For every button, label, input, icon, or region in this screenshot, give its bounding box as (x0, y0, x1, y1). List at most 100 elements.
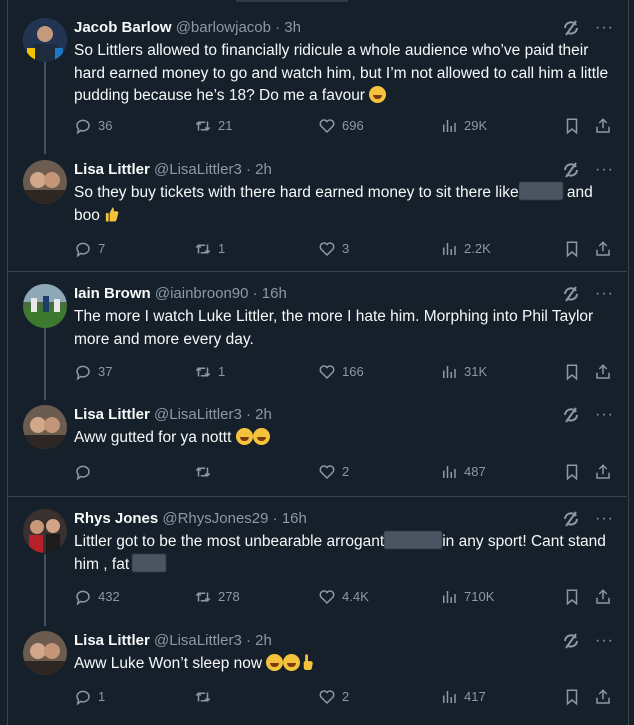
display-name[interactable]: Lisa Littler (74, 406, 150, 423)
avatar[interactable] (23, 405, 67, 449)
share-button[interactable] (594, 240, 612, 258)
display-name[interactable]: Rhys Jones (74, 510, 158, 527)
tweet-text: Aww Luke Won’t sleep now (74, 653, 614, 676)
bookmark-button[interactable] (563, 363, 581, 381)
retweet-count: 1 (218, 241, 226, 256)
retweet-button[interactable]: 278 (194, 588, 240, 606)
retweet-button[interactable] (194, 688, 218, 706)
grok-icon[interactable] (561, 509, 581, 529)
reply-button[interactable]: 37 (74, 363, 112, 381)
handle-time[interactable]: @RhysJones29 · 16h (162, 510, 306, 527)
retweet-count: 278 (218, 589, 240, 604)
like-button[interactable]: 3 (318, 240, 349, 258)
more-icon[interactable]: ··· (595, 284, 614, 304)
like-button[interactable]: 2 (318, 463, 349, 481)
grok-icon[interactable] (561, 405, 581, 425)
bookmark-button[interactable] (563, 688, 581, 706)
view-count: 417 (464, 689, 486, 704)
share-button[interactable] (594, 363, 612, 381)
retweet-count: 1 (218, 364, 226, 379)
grok-icon[interactable] (561, 160, 581, 180)
share-icon (596, 689, 610, 704)
reply-count: 432 (98, 589, 120, 604)
handle-time[interactable]: @barlowjacob · 3h (176, 19, 301, 36)
share-button[interactable] (594, 688, 612, 706)
views-button[interactable]: 2.2K (440, 240, 491, 258)
tweet-top-icons: ··· (561, 18, 614, 38)
more-icon[interactable]: ··· (595, 160, 614, 180)
views-button[interactable]: 417 (440, 688, 486, 706)
reply-button[interactable]: 432 (74, 588, 120, 606)
share-icon (596, 241, 610, 256)
retweet-icon (195, 592, 211, 602)
reply-button[interactable]: 7 (74, 240, 105, 258)
reply-count: 37 (98, 364, 113, 379)
handle-time[interactable]: @iainbroon90 · 16h (155, 285, 287, 302)
display-name[interactable]: Jacob Barlow (74, 19, 172, 36)
bookmark-button[interactable] (563, 588, 581, 606)
like-button[interactable]: 696 (318, 117, 364, 135)
retweet-button[interactable]: 21 (194, 117, 232, 135)
tweet-top-icons: ··· (561, 631, 614, 651)
views-icon (443, 366, 456, 378)
handle-time[interactable]: @LisaLittler3 · 2h (154, 406, 272, 423)
reply-icon (76, 119, 90, 135)
avatar[interactable] (23, 284, 67, 328)
tweet-text-part: Aww gutted for ya nottt (74, 429, 232, 446)
tweet-header: Lisa Littler @LisaLittler3 · 2h (74, 160, 272, 180)
retweet-button[interactable] (194, 463, 218, 481)
more-icon[interactable]: ··· (595, 509, 614, 529)
share-button[interactable] (594, 588, 612, 606)
handle-time[interactable]: @LisaLittler3 · 2h (154, 161, 272, 178)
blurred-word (132, 553, 167, 572)
display-name[interactable]: Lisa Littler (74, 632, 150, 649)
more-icon[interactable]: ··· (595, 405, 614, 425)
more-icon[interactable]: ··· (595, 631, 614, 651)
tweet-actions: 7 1 3 2.2K (74, 240, 624, 260)
share-button[interactable] (594, 117, 612, 135)
bookmark-button[interactable] (563, 240, 581, 258)
avatar[interactable] (23, 160, 67, 204)
reply-icon (76, 242, 90, 258)
share-button[interactable] (594, 463, 612, 481)
heart-icon (319, 690, 335, 705)
retweet-button[interactable]: 1 (194, 363, 225, 381)
grok-icon[interactable] (561, 631, 581, 651)
views-icon (443, 466, 456, 478)
views-button[interactable]: 29K (440, 117, 487, 135)
display-name[interactable]: Iain Brown (74, 285, 151, 302)
views-button[interactable]: 31K (440, 363, 487, 381)
bookmark-button[interactable] (563, 117, 581, 135)
views-button[interactable]: 487 (440, 463, 486, 481)
tweet-actions: 36 21 696 29K (74, 117, 624, 137)
reply-icon (76, 590, 90, 606)
bookmark-button[interactable] (563, 463, 581, 481)
retweet-icon (195, 367, 211, 377)
grok-icon[interactable] (561, 284, 581, 304)
bookmark-icon (566, 364, 578, 381)
like-button[interactable]: 2 (318, 688, 349, 706)
handle-time[interactable]: @LisaLittler3 · 2h (154, 632, 272, 649)
tweet-top-icons: ··· (561, 284, 614, 304)
avatar[interactable] (23, 18, 67, 62)
avatar[interactable] (23, 509, 67, 553)
rofl-emoji-icon (252, 428, 270, 445)
avatar[interactable] (23, 631, 67, 675)
reply-button[interactable]: 1 (74, 688, 105, 706)
views-button[interactable]: 710K (440, 588, 494, 606)
view-count: 29K (464, 118, 488, 133)
more-icon[interactable]: ··· (595, 18, 614, 38)
like-count: 2 (342, 464, 350, 479)
like-button[interactable]: 4.4K (318, 588, 369, 606)
views-icon (443, 120, 456, 132)
heart-icon (319, 119, 335, 134)
reply-button[interactable] (74, 463, 98, 481)
thread-connector (44, 554, 46, 626)
grok-icon[interactable] (561, 18, 581, 38)
retweet-button[interactable]: 1 (194, 240, 225, 258)
display-name[interactable]: Lisa Littler (74, 161, 150, 178)
tweet-header: Lisa Littler @LisaLittler3 · 2h (74, 405, 272, 425)
reply-button[interactable]: 36 (74, 117, 112, 135)
like-button[interactable]: 166 (318, 363, 364, 381)
heart-icon (319, 590, 335, 605)
